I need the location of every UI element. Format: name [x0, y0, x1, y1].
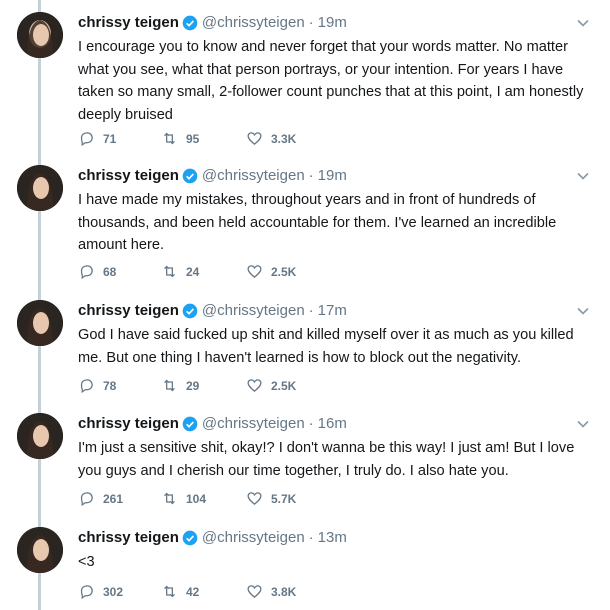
retweet-button[interactable]: 95	[161, 130, 199, 147]
reply-icon	[80, 379, 93, 394]
like-icon	[247, 585, 262, 598]
reply-button[interactable]: 68	[78, 263, 116, 280]
separator-dot: ·	[308, 302, 314, 319]
like-button[interactable]: 2.5K	[246, 263, 296, 280]
retweet-icon	[164, 379, 175, 392]
reply-icon	[80, 265, 93, 280]
retweet-count: 42	[186, 584, 200, 599]
reply-count: 71	[103, 131, 117, 146]
retweet-icon	[164, 265, 175, 278]
like-icon	[247, 492, 262, 505]
tweet-text: I'm just a sensitive shit, okay!? I don'…	[78, 440, 575, 479]
retweet-button[interactable]: 104	[161, 490, 206, 507]
tweet-timestamp[interactable]: 19m	[318, 12, 347, 34]
tweet-text: <3	[78, 554, 95, 570]
avatar[interactable]	[17, 165, 63, 211]
verified-badge-icon	[182, 15, 198, 31]
author-handle[interactable]: @chrissyteigen	[202, 165, 305, 187]
reply-count: 68	[103, 264, 117, 279]
reply-count: 261	[103, 491, 124, 506]
retweet-icon	[164, 132, 175, 145]
author-handle[interactable]: @chrissyteigen	[202, 413, 305, 435]
tweet[interactable]: chrissy teigen @chrissyteigen · 19m I en…	[0, 12, 610, 147]
chevron-down-icon[interactable]	[576, 304, 590, 318]
retweet-button[interactable]: 42	[161, 583, 199, 600]
like-count: 2.5K	[271, 264, 297, 279]
reply-button[interactable]: 71	[78, 130, 116, 147]
reply-count: 78	[103, 378, 117, 393]
author-handle[interactable]: @chrissyteigen	[202, 12, 305, 34]
tweet-text: God I have said fucked up shit and kille…	[78, 327, 574, 366]
like-count: 3.3K	[271, 131, 297, 146]
like-count: 5.7K	[271, 491, 297, 506]
reply-button[interactable]: 261	[78, 490, 123, 507]
reply-icon	[80, 585, 93, 600]
reply-icon	[80, 132, 93, 147]
reply-button[interactable]: 78	[78, 377, 116, 394]
chevron-down-icon[interactable]	[576, 417, 590, 431]
tweet-actions: 302 42 3.8K	[78, 583, 398, 601]
like-button[interactable]: 2.5K	[246, 377, 296, 394]
retweet-icon	[164, 585, 175, 598]
retweet-button[interactable]: 29	[161, 377, 199, 394]
retweet-icon	[164, 492, 175, 505]
retweet-count: 104	[186, 491, 207, 506]
author-name[interactable]: chrissy teigen	[78, 413, 179, 435]
chevron-down-icon[interactable]	[576, 16, 590, 30]
like-button[interactable]: 3.3K	[246, 130, 296, 147]
reply-icon	[80, 492, 93, 507]
tweet-text: I have made my mistakes, throughout year…	[78, 192, 557, 253]
avatar[interactable]	[17, 300, 63, 346]
avatar[interactable]	[17, 12, 63, 58]
separator-dot: ·	[308, 529, 314, 546]
author-name[interactable]: chrissy teigen	[78, 165, 179, 187]
author-handle[interactable]: @chrissyteigen	[202, 300, 305, 322]
verified-badge-icon	[182, 530, 198, 546]
verified-badge-icon	[182, 168, 198, 184]
retweet-count: 24	[186, 264, 200, 279]
author-name[interactable]: chrissy teigen	[78, 300, 179, 322]
tweet-actions: 71 95 3.3K	[78, 130, 398, 148]
tweet-timestamp[interactable]: 17m	[318, 300, 347, 322]
verified-badge-icon	[182, 416, 198, 432]
retweet-count: 95	[186, 131, 200, 146]
retweet-button[interactable]: 24	[161, 263, 199, 280]
chevron-down-icon[interactable]	[576, 169, 590, 183]
like-icon	[247, 132, 262, 145]
like-button[interactable]: 5.7K	[246, 490, 296, 507]
separator-dot: ·	[308, 14, 314, 31]
tweet[interactable]: chrissy teigen @chrissyteigen · 13m <3 3…	[0, 527, 610, 610]
like-count: 3.8K	[271, 584, 297, 599]
reply-count: 302	[103, 584, 124, 599]
author-handle[interactable]: @chrissyteigen	[202, 527, 305, 549]
reply-button[interactable]: 302	[78, 583, 123, 600]
author-name[interactable]: chrissy teigen	[78, 12, 179, 34]
like-button[interactable]: 3.8K	[246, 583, 296, 600]
tweet-actions: 68 24 2.5K	[78, 263, 398, 281]
like-count: 2.5K	[271, 378, 297, 393]
author-name[interactable]: chrissy teigen	[78, 527, 179, 549]
tweet-actions: 261 104 5.7K	[78, 490, 398, 508]
verified-badge-icon	[182, 303, 198, 319]
tweet-text: I encourage you to know and never forget…	[78, 39, 584, 123]
tweet[interactable]: chrissy teigen @chrissyteigen · 16m I'm …	[0, 413, 610, 529]
tweet-timestamp[interactable]: 19m	[318, 165, 347, 187]
tweet-timestamp[interactable]: 16m	[318, 413, 347, 435]
avatar[interactable]	[17, 413, 63, 459]
like-icon	[247, 379, 262, 392]
tweet[interactable]: chrissy teigen @chrissyteigen · 17m God …	[0, 300, 610, 416]
retweet-count: 29	[186, 378, 200, 393]
avatar[interactable]	[17, 527, 63, 573]
tweet-timestamp[interactable]: 13m	[318, 527, 347, 549]
tweet[interactable]: chrissy teigen @chrissyteigen · 19m I ha…	[0, 165, 610, 281]
like-icon	[247, 265, 262, 278]
tweet-actions: 78 29 2.5K	[78, 377, 398, 395]
separator-dot: ·	[308, 167, 314, 184]
separator-dot: ·	[308, 415, 314, 432]
